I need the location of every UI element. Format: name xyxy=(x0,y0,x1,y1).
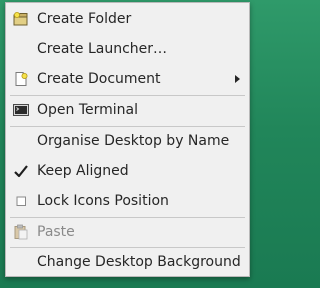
menu-item-keep-aligned[interactable]: Keep Aligned xyxy=(6,157,249,185)
menu-item-label: Create Launcher… xyxy=(37,41,168,57)
checkbox-icon[interactable] xyxy=(13,193,29,209)
menu-item-label: Paste xyxy=(37,224,75,240)
menu-item-create-document[interactable]: Create Document xyxy=(6,65,249,93)
menu-item-create-folder[interactable]: Create Folder xyxy=(6,5,249,33)
menu-item-label: Open Terminal xyxy=(37,102,139,118)
submenu-arrow-icon xyxy=(235,75,240,83)
menu-item-create-launcher[interactable]: Create Launcher… xyxy=(6,35,249,63)
document-new-icon xyxy=(15,72,28,86)
paste-icon xyxy=(14,224,28,240)
check-icon xyxy=(14,165,28,178)
menu-item-lock-icons[interactable]: Lock Icons Position xyxy=(6,187,249,215)
menu-item-label: Create Folder xyxy=(37,11,132,27)
menu-item-organise-desktop[interactable]: Organise Desktop by Name xyxy=(6,127,249,155)
menu-item-label: Organise Desktop by Name xyxy=(37,133,230,149)
menu-item-label: Keep Aligned xyxy=(37,163,129,179)
menu-item-label: Create Document xyxy=(37,71,161,87)
menu-item-paste[interactable]: Paste xyxy=(6,218,249,246)
menu-item-change-background[interactable]: Change Desktop Background xyxy=(6,248,249,276)
desktop-context-menu: Create Folder Create Launcher… Create Do… xyxy=(5,2,250,277)
folder-new-icon xyxy=(13,12,28,26)
terminal-icon xyxy=(13,104,29,116)
menu-item-open-terminal[interactable]: Open Terminal xyxy=(6,96,249,124)
menu-item-label: Lock Icons Position xyxy=(37,193,169,209)
menu-item-label: Change Desktop Background xyxy=(37,254,241,270)
